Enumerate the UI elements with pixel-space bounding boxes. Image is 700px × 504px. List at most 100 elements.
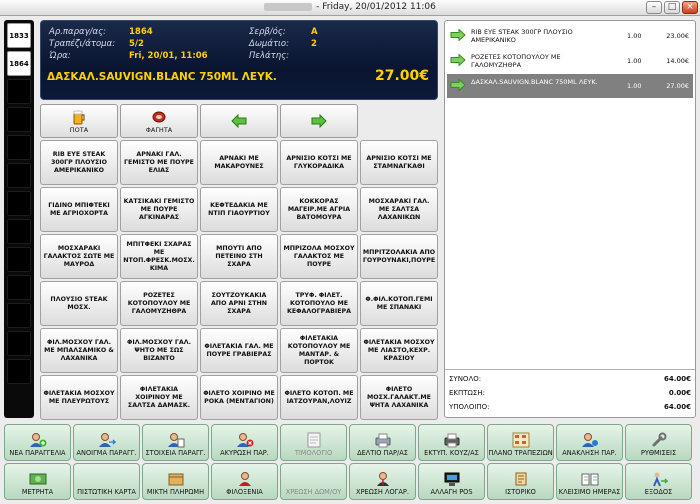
empty-table-slot[interactable] — [7, 135, 31, 160]
empty-table-slot[interactable] — [7, 303, 31, 328]
account-charge-button[interactable]: ΧΡΕΩΣΗ ΛΟΓΑΡ. — [349, 463, 416, 500]
product-button[interactable]: RIB EYE STEAK 300ΓΡ ΠΛΟΥΣΙΟ ΑΜΕΡΙΚΑΝΙΚΟ — [40, 140, 118, 185]
minimize-button[interactable]: – — [646, 1, 662, 14]
empty-table-slot[interactable] — [7, 359, 31, 384]
product-button[interactable]: ΦΙΛΕΤΟ ΜΟΣΧ.ΓΑΛΑΚΤ.ΜΕ ΨΗΤΑ ΛΑΧΑΝΙΚΑ — [360, 375, 438, 420]
table-plan-icon — [512, 432, 530, 448]
total-label: ΣΥΝΟΛΟ: — [449, 375, 482, 383]
exit-button[interactable]: ΕΞΟΔΟΣ — [625, 463, 692, 500]
empty-table-slot[interactable] — [7, 219, 31, 244]
table-tab-1833[interactable]: 1833 — [7, 23, 31, 48]
discount-label: ΕΚΠΤΩΣΗ: — [449, 389, 485, 397]
product-button[interactable]: ΦΙΛΕΤΑΚΙΑ ΧΟΙΡΙΝΟΥ ΜΕ ΣΑΛΤΣΑ ΔΑΜΑΣΚ. — [120, 375, 198, 420]
function-label: ΧΡΕΩΣΗ ΛΟΓΑΡ. — [356, 488, 409, 496]
order-details-icon — [167, 432, 185, 448]
change-pos-icon — [443, 471, 461, 487]
close-button[interactable]: × — [682, 1, 698, 14]
function-label: ΠΛΑΝΟ ΤΡΑΠΕΖΙΩΝ — [488, 449, 553, 457]
table-plan-button[interactable]: ΠΛΑΝΟ ΤΡΑΠΕΖΙΩΝ — [487, 424, 554, 461]
product-button[interactable]: ΦΙΛΕΤΑΚΙΑ ΓΑΛ. ΜΕ ΠΟΥΡΕ ΓΡΑΒΙΕΡΑΣ — [200, 328, 278, 373]
product-button[interactable]: ΡΟΖΕΤΕΣ ΚΟΤΟΠΟΥΛΟΥ ΜΕ ΓΑΛΟΜΥΖΗΘΡΑ — [120, 281, 198, 326]
page-next-button[interactable] — [280, 104, 358, 138]
category-row: ΠΟΤΑ ΦΑΓΗΤΑ — [40, 104, 440, 138]
close-day-icon — [581, 471, 599, 487]
pos-app: 1833 1864 Αρ.παραγ/ας: 1864 Τραπέζι/άτομ… — [0, 16, 700, 504]
product-button[interactable]: ΦΙΛΕΤΑΚΙΑ ΜΟΣΧΟΥ ΜΕ ΛΙΑΣΤΟ,ΚΕΧΡ. ΚΡΑΣΙΟΥ — [360, 328, 438, 373]
product-button[interactable]: ΜΠΟΥΤΙ ΑΠΟ ΠΕΤΕΙΝΟ ΣΤΗ ΣΧΑΡΑ — [200, 234, 278, 279]
product-button[interactable]: ΣΟΥΤΖΟΥΚΑΚΙΑ ΑΠΟ ΑΡΝΙ ΣΤΗΝ ΣΧΑΡΑ — [200, 281, 278, 326]
cash-button[interactable]: ΜΕΤΡΗΤΑ — [4, 463, 71, 500]
category-food-button[interactable]: ΦΑΓΗΤΑ — [120, 104, 198, 138]
product-button[interactable]: ΤΡΥΦ. ΦΙΛΕΤ. ΚΟΤΟΠΟΥΛΟ ΜΕ ΚΕΦΑΛΟΓΡΑΒΙΕΡΑ — [280, 281, 358, 326]
product-button[interactable]: ΜΠΙΤΦΕΚΙ ΣΧΑΡΑΣ ΜΕ ΝΤΟΠ.ΦΡΕΣΚ.ΜΟΣΧ. ΚΙΜΑ — [120, 234, 198, 279]
product-button[interactable]: ΠΛΟΥΣΙΟ STEAK ΜΟΣΧ. — [40, 281, 118, 326]
order-details-button[interactable]: ΣΤΟΙΧΕΙΑ ΠΑΡΑΓΓ. — [142, 424, 209, 461]
product-button[interactable]: ΓΙΔΙΝΟ ΜΠΙΦΤΕΚΙ ΜΕ ΑΓΡΙΟΧΟΡΤΑ — [40, 187, 118, 232]
product-button[interactable]: ΜΟΣΧΑΡΑΚΙ ΓΑΛΑΚΤΟΣ ΣΩΤΕ ΜΕ ΜΑΥΡΟΔ — [40, 234, 118, 279]
category-label: ΦΑΓΗΤΑ — [145, 125, 173, 134]
close-day-button[interactable]: ΚΛΕΙΣΙΜΟ ΗΜΕΡΑΣ — [556, 463, 623, 500]
product-button[interactable]: ΦΙΛΕΤΟ ΚΟΤΟΠ. ΜΕ ΙΑΤΖΟΥΡΑΝ,ΛΟΥΙΖ — [280, 375, 358, 420]
page-previous-button[interactable] — [200, 104, 278, 138]
order-line-price: 23.00€ — [666, 32, 689, 40]
product-button[interactable]: ΦΙΛΕΤΑΚΙΑ ΜΟΣΧΟΥ ΜΕ ΠΛΕΥΡΩΤΟΥΣ — [40, 375, 118, 420]
settings-button[interactable]: ΡΥΘΜΙΣΕΙΣ — [625, 424, 692, 461]
arrow-left-icon — [230, 113, 248, 129]
credit-card-button[interactable]: ΠΙΣΤΩΤΙΚΗ ΚΑΡΤΑ — [73, 463, 140, 500]
empty-table-slot[interactable] — [7, 331, 31, 356]
function-label: ΜΕΤΡΗΤΑ — [21, 488, 54, 496]
new-order-button[interactable]: ΝΕΑ ΠΑΡΑΓΓΕΛΙΑ — [4, 424, 71, 461]
category-drinks-button[interactable]: ΠΟΤΑ — [40, 104, 118, 138]
cancel-order-button[interactable]: ΑΚΥΡΩΣΗ ΠΑΡ. — [211, 424, 278, 461]
product-button[interactable]: ΦΙΛΕΤΑΚΙΑ ΚΟΤΟΠΟΥΛΟΥ ΜΕ ΜΑΝΤΑΡ. & ΠΟΡΤΟΚ — [280, 328, 358, 373]
maximize-button[interactable]: □ — [664, 1, 680, 14]
product-button[interactable]: ΦΙΛ.ΜΟΣΧΟΥ ΓΑΛ. ΨΗΤΟ ΜΕ ΣΩΣ ΒΙΖΑΝΤΟ — [120, 328, 198, 373]
product-row: ΠΛΟΥΣΙΟ STEAK ΜΟΣΧ. ΡΟΖΕΤΕΣ ΚΟΤΟΠΟΥΛΟΥ Μ… — [40, 281, 440, 326]
kitchen-print-button[interactable]: ΕΚΤΥΠ. ΚΟΥΖ/ΑΣ — [418, 424, 485, 461]
open-order-button[interactable]: ΑΝΟΙΓΜΑ ΠΑΡΑΓΓ. — [73, 424, 140, 461]
empty-table-slot[interactable] — [7, 163, 31, 188]
app-name-blur — [264, 2, 313, 11]
table-tab-1864[interactable]: 1864 — [7, 51, 31, 76]
product-row: ΦΙΛΕΤΑΚΙΑ ΜΟΣΧΟΥ ΜΕ ΠΛΕΥΡΩΤΟΥΣ ΦΙΛΕΤΑΚΙΑ… — [40, 375, 440, 420]
product-button[interactable]: ΜΟΣΧΑΡΑΚΙ ΓΑΛ. ΜΕ ΣΑΛΤΣΑ ΛΑΧΑΝΙΚΩΝ — [360, 187, 438, 232]
order-line-selected[interactable]: ΔΑΣΚΑΛ.SAUVIGN.BLANC 750ML ΛΕΥΚ. 1.00 27… — [447, 74, 693, 98]
order-line[interactable]: ΡΟΖΕΤΕΣ ΚΟΤΟΠΟΥΛΟΥ ΜΕ ΓΑΛΟΜΥΖΗΘΡΑ 1.00 1… — [447, 49, 693, 73]
invoice-icon — [305, 432, 323, 448]
product-button[interactable]: ΦΙΛΕΤΟ ΧΟΙΡΙΝΟ ΜΕ ΡΟΚΑ (ΜΕΝΤΑΓΙΟΝ) — [200, 375, 278, 420]
recall-order-button[interactable]: ΑΝΑΚΛΗΣΗ ΠΑΡ. — [556, 424, 623, 461]
order-info-panel: Αρ.παραγ/ας: 1864 Τραπέζι/άτομα: 5/2 Ώρα… — [40, 20, 438, 100]
product-button[interactable]: ΜΠΡΙΤΖΟΛΑΚΙΑ ΑΠΟ ΓΟΥΡΟΥΝΑΚΙ,ΠΟΥΡΕ — [360, 234, 438, 279]
function-label: ΔΕΛΤΙΟ ΠΑΡ/ΑΣ — [357, 449, 408, 457]
hospitality-button[interactable]: ΦΙΛΟΞΕΝΙΑ — [211, 463, 278, 500]
empty-table-slot[interactable] — [7, 275, 31, 300]
empty-table-slot[interactable] — [7, 107, 31, 132]
order-line[interactable]: RIB EYE STEAK 300ΓΡ ΠΛΟΥΣΙΟ ΑΜΕΡΙΚΑΝΙΚΟ … — [447, 24, 693, 48]
product-button[interactable]: ΚΕΦΤΕΔΑΚΙΑ ΜΕ ΝΤΙΠ ΓΙΑΟΥΡΤΙΟΥ — [200, 187, 278, 232]
invoice-button[interactable]: ΤΙΜΟΛΟΓΙΟ — [280, 424, 347, 461]
delivery-note-button[interactable]: ΔΕΛΤΙΟ ΠΑΡ/ΑΣ — [349, 424, 416, 461]
empty-table-slot[interactable] — [7, 79, 31, 104]
function-label: ΣΤΟΙΧΕΙΑ ΠΑΡΑΓΓ. — [145, 449, 206, 457]
empty-table-slot[interactable] — [7, 247, 31, 272]
mixed-payment-button[interactable]: ΜΙΚΤΗ ΠΛΗΡΩΜΗ — [142, 463, 209, 500]
product-button[interactable]: Φ.ΦΙΛ.ΚΟΤΟΠ.ΓΕΜΙ ΜΕ ΣΠΑΝΑΚΙ — [360, 281, 438, 326]
product-button[interactable]: ΑΡΝΑΚΙ ΓΑΛ. ΓΕΜΙΣΤΟ ΜΕ ΠΟΥΡΕ ΕΛΙΑΣ — [120, 140, 198, 185]
order-number-label: Αρ.παραγ/ας: — [49, 27, 106, 37]
product-button[interactable]: ΑΡΝΑΚΙ ΜΕ ΜΑΚΑΡΟΥΝΕΣ — [200, 140, 278, 185]
product-button[interactable]: ΜΠΡΙΖΟΛΑ ΜΟΣΧΟΥ ΓΑΛΑΚΤΟΣ ΜΕ ΠΟΥΡΕ — [280, 234, 358, 279]
arrow-right-icon — [450, 78, 466, 92]
product-button[interactable]: ΦΙΛ.ΜΟΣΧΟΥ ΓΑΛ. ΜΕ ΜΠΑΛΣΑΜΙΚΟ & ΛΑΧΑΝΙΚΑ — [40, 328, 118, 373]
product-button[interactable]: ΚΑΤΣΙΚΑΚΙ ΓΕΜΙΣΤΟ ΜΕ ΠΟΥΡΕ ΑΓΚΙΝΑΡΑΣ — [120, 187, 198, 232]
room-charge-button[interactable]: ΧΡΕΩΣΗ ΔΩΜ/ΟΥ — [280, 463, 347, 500]
product-button[interactable]: ΑΡΝΙΣΙΟ ΚΟΤΣΙ ΜΕ ΣΤΑΜΝΑΓΚΑΘΙ — [360, 140, 438, 185]
function-label: ΑΝΑΚΛΗΣΗ ΠΑΡ. — [562, 449, 617, 457]
history-button[interactable]: ΙΣΤΟΡΙΚΟ — [487, 463, 554, 500]
empty-table-slot[interactable] — [7, 191, 31, 216]
room-charge-icon — [305, 471, 323, 487]
change-pos-button[interactable]: ΑΛΛΑΓΗ POS — [418, 463, 485, 500]
product-button[interactable]: ΑΡΝΙΣΙΟ ΚΟΤΣΙ ΜΕ ΓΛΥΚΟΡΑΔΙΚΑ — [280, 140, 358, 185]
balance-label: ΥΠΟΛΟΙΠΟ: — [449, 403, 490, 411]
product-row: ΜΟΣΧΑΡΑΚΙ ΓΑΛΑΚΤΟΣ ΣΩΤΕ ΜΕ ΜΑΥΡΟΔ ΜΠΙΤΦΕ… — [40, 234, 440, 279]
product-button[interactable]: ΚΟΚΚΟΡΑΣ ΜΑΓΕΙΡ.ΜΕ ΑΓΡΙΑ ΒΑΤΟΜΟΥΡΑ — [280, 187, 358, 232]
